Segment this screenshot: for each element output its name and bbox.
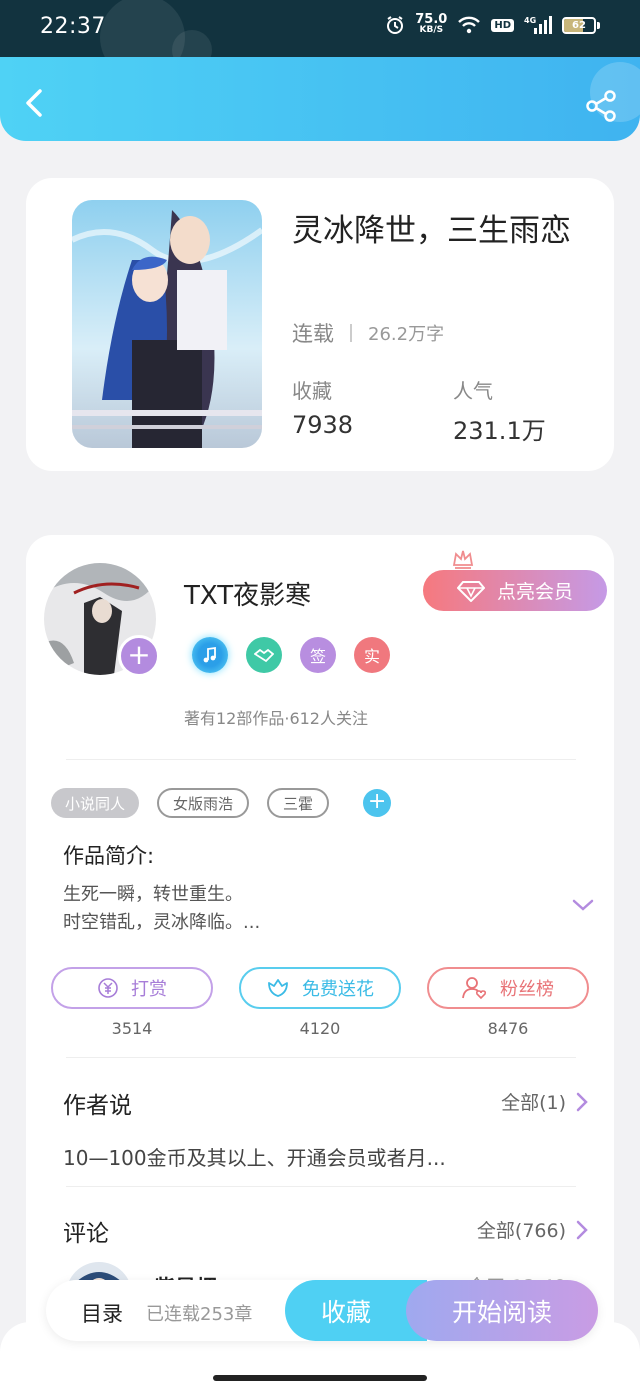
author-say-all-label: 全部(1) xyxy=(501,1092,566,1114)
user-heart-icon xyxy=(462,977,487,1000)
chevron-down-icon[interactable] xyxy=(571,897,595,913)
chapter-count: 已连载253章 xyxy=(146,1304,253,1325)
author-card: + TXT夜影寒 点亮会员 签 实 著有12部作品·612人关注 小说同人 女版… xyxy=(26,535,614,1387)
book-title: 灵冰降世，三生雨恋 xyxy=(292,213,571,249)
word-count: 26.2万字 xyxy=(368,324,445,345)
chevron-right-icon xyxy=(576,1092,588,1111)
vip-button-label: 点亮会员 xyxy=(496,581,573,603)
handshake-badge-icon[interactable] xyxy=(246,637,282,673)
reward-button[interactable]: 打赏 xyxy=(51,967,213,1009)
author-say-all-link[interactable]: 全部(1) xyxy=(501,1088,588,1115)
book-status-row: 连载 26.2万字 xyxy=(292,318,444,348)
fan-ranking-label: 粉丝榜 xyxy=(500,979,554,1000)
net-speed: 75.0 KB/S xyxy=(415,12,448,35)
divider xyxy=(66,759,576,760)
flower-count: 4120 xyxy=(299,1019,341,1038)
chevron-right-icon xyxy=(576,1220,588,1239)
tag-list: 小说同人 女版雨浩 三霍 + xyxy=(51,788,392,818)
favorites-value: 7938 xyxy=(292,411,354,439)
intro-line: 时空错乱，灵冰降临。... xyxy=(63,912,261,933)
top-header xyxy=(0,57,640,141)
intro-text: 生死一瞬，转世重生。 时空错乱，灵冰降临。... xyxy=(63,881,513,937)
send-flower-label: 免费送花 xyxy=(302,979,374,1000)
battery-tip xyxy=(597,21,600,29)
back-button[interactable] xyxy=(20,83,50,123)
start-reading-label: 开始阅读 xyxy=(451,1297,552,1327)
vip-button[interactable]: 点亮会员 xyxy=(423,570,607,611)
comments-all-link[interactable]: 全部(766) xyxy=(477,1216,588,1243)
tag-chip[interactable]: 女版雨浩 xyxy=(157,788,250,818)
status-time: 22:37 xyxy=(40,14,106,39)
author-name[interactable]: TXT夜影寒 xyxy=(184,575,311,612)
popularity-label: 人气 xyxy=(453,379,493,403)
verified-badge[interactable]: 实 xyxy=(354,637,390,673)
popularity-value: 231.1万 xyxy=(453,417,546,445)
alarm-icon xyxy=(385,15,405,35)
favorites-label: 收藏 xyxy=(292,379,332,403)
start-reading-button[interactable]: 开始阅读 xyxy=(406,1280,598,1341)
send-flower-button[interactable]: 免费送花 xyxy=(239,967,401,1009)
diamond-icon xyxy=(456,580,485,602)
comments-all-label: 全部(766) xyxy=(476,1220,566,1242)
sign-badge[interactable]: 签 xyxy=(300,637,336,673)
share-icon xyxy=(586,90,616,122)
reward-label: 打赏 xyxy=(131,979,167,1000)
table-of-contents-button[interactable]: 目录 xyxy=(81,1298,123,1328)
book-info-card: 灵冰降世，三生雨恋 连载 26.2万字 收藏 7938 人气 231.1万 xyxy=(26,178,614,471)
svg-text:4G: 4G xyxy=(524,16,536,25)
chevron-left-icon xyxy=(26,89,42,117)
reward-count: 3514 xyxy=(111,1019,153,1038)
tag-chip[interactable]: 小说同人 xyxy=(51,788,140,818)
intro-title: 作品简介: xyxy=(63,844,155,868)
author-say-title: 作者说 xyxy=(63,1093,132,1119)
author-say-text[interactable]: 10—100金币及其以上、开通会员或者月... xyxy=(63,1142,446,1171)
follow-author-button[interactable]: + xyxy=(118,635,160,677)
divider xyxy=(350,324,352,342)
music-badge-icon[interactable] xyxy=(192,637,228,673)
fan-count: 8476 xyxy=(487,1019,529,1038)
flower-icon xyxy=(268,979,288,997)
coin-icon xyxy=(98,978,118,998)
signal-icon: 4G xyxy=(524,15,552,35)
add-tag-button[interactable]: + xyxy=(363,789,392,817)
author-badges: 签 实 xyxy=(192,637,390,673)
home-indicator[interactable] xyxy=(213,1375,427,1381)
wifi-icon xyxy=(457,16,481,34)
divider xyxy=(66,1057,576,1058)
book-cover[interactable] xyxy=(72,200,262,448)
status-bar: 22:37 75.0 KB/S HD 4G 62 xyxy=(0,0,640,80)
crown-icon xyxy=(452,550,474,569)
battery-icon: 62 xyxy=(562,16,596,34)
share-button[interactable] xyxy=(584,89,618,123)
fan-ranking-button[interactable]: 粉丝榜 xyxy=(427,967,589,1009)
bottom-action-bar: 目录 已连载253章 收藏 开始阅读 xyxy=(46,1280,598,1341)
tag-chip[interactable]: 三霍 xyxy=(267,788,330,818)
hd-icon: HD xyxy=(491,18,514,32)
divider xyxy=(66,1186,576,1187)
status-icons: 75.0 KB/S HD 4G 62 xyxy=(385,12,600,36)
intro-line: 生死一瞬，转世重生。 xyxy=(63,884,243,905)
author-meta: 著有12部作品·612人关注 xyxy=(184,709,368,728)
collect-button-label: 收藏 xyxy=(320,1297,371,1327)
book-status: 连载 xyxy=(292,322,334,346)
comments-title: 评论 xyxy=(63,1221,109,1247)
